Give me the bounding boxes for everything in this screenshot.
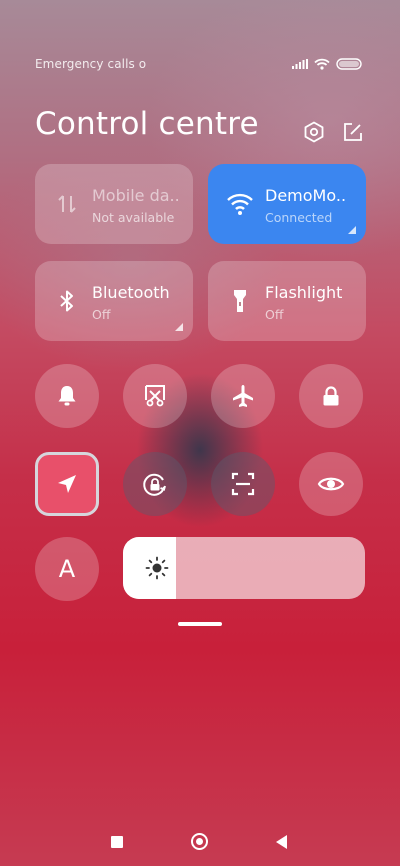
tile-status: Connected — [265, 210, 333, 225]
rotation-lock-icon — [143, 473, 166, 496]
expand-corner-icon[interactable] — [348, 226, 356, 234]
tile-bluetooth[interactable]: Bluetooth Off — [35, 261, 193, 341]
tile-wifi[interactable]: DemoMo.. Connected — [208, 164, 366, 244]
eye-icon — [317, 477, 345, 491]
location-toggle[interactable] — [35, 452, 99, 516]
recents-button[interactable] — [111, 836, 123, 848]
tile-flashlight[interactable]: Flashlight Off — [208, 261, 366, 341]
tile-status: Not available — [92, 210, 175, 225]
tile-status: Off — [265, 307, 284, 322]
carrier-text: Emergency calls o — [35, 57, 147, 71]
airplane-toggle[interactable] — [211, 364, 275, 428]
tile-mobile-data[interactable]: Mobile da.. Not available — [35, 164, 193, 244]
tile-label: Flashlight — [265, 283, 343, 302]
tile-label: Bluetooth — [92, 283, 170, 302]
tile-label: DemoMo.. — [265, 186, 347, 205]
sun-icon — [145, 556, 169, 580]
settings-icon[interactable] — [303, 121, 325, 143]
back-button[interactable] — [276, 835, 287, 849]
flashlight-icon — [234, 290, 246, 312]
brightness-slider[interactable] — [123, 537, 365, 599]
bluetooth-icon — [60, 290, 73, 312]
edit-icon[interactable] — [342, 121, 364, 143]
navigation-bar — [0, 832, 400, 852]
scan-icon — [231, 472, 255, 496]
wifi-icon — [314, 58, 330, 70]
scanner-toggle[interactable] — [211, 452, 275, 516]
silent-toggle[interactable] — [35, 364, 99, 428]
status-icons — [292, 58, 362, 70]
screenshot-icon — [145, 385, 165, 407]
auto-brightness-button[interactable]: A — [35, 537, 99, 601]
mobile-data-icon — [58, 195, 76, 213]
screenshot-toggle[interactable] — [123, 364, 187, 428]
status-bar: Emergency calls o — [35, 56, 362, 72]
wifi-icon — [227, 193, 253, 215]
tile-status: Off — [92, 307, 111, 322]
signal-icon — [292, 59, 308, 69]
rotation-lock-toggle[interactable] — [123, 452, 187, 516]
tile-label: Mobile da.. — [92, 186, 180, 205]
airplane-icon — [233, 385, 253, 407]
location-icon — [58, 475, 76, 493]
lock-toggle[interactable] — [299, 364, 363, 428]
bell-icon — [58, 386, 76, 406]
auto-brightness-label: A — [58, 555, 76, 583]
reading-mode-toggle[interactable] — [299, 452, 363, 516]
lock-icon — [323, 386, 339, 406]
battery-icon — [336, 58, 362, 70]
home-button[interactable] — [191, 833, 208, 850]
page-title: Control centre — [35, 106, 259, 142]
expand-corner-icon[interactable] — [175, 323, 183, 331]
panel-handle[interactable] — [178, 622, 222, 626]
